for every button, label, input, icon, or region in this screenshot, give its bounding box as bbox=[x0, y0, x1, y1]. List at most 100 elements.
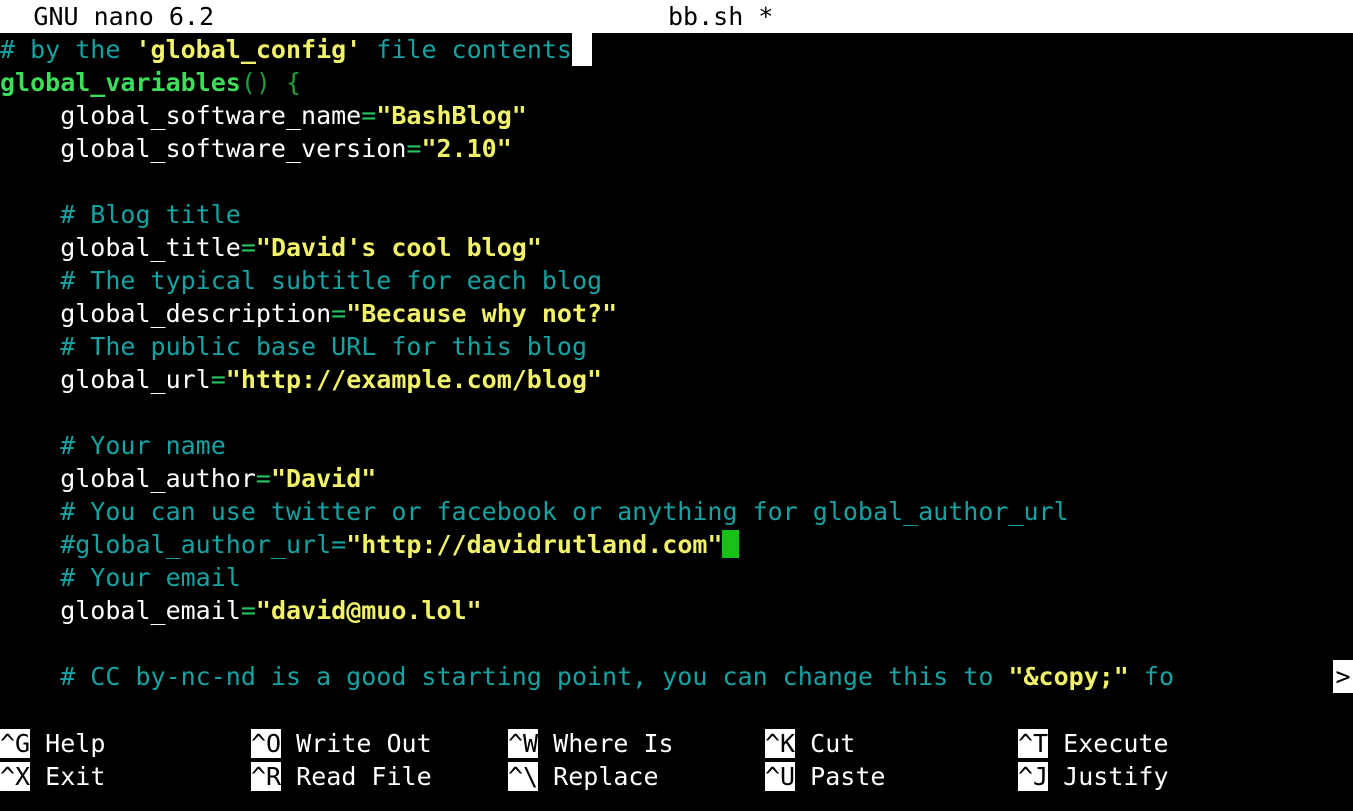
code-segment: global_variables bbox=[0, 68, 241, 97]
text-cursor bbox=[722, 530, 740, 558]
nano-version-label: GNU nano 6.2 bbox=[33, 2, 215, 31]
code-segment: "David's cool blog" bbox=[255, 233, 542, 262]
shortcut-label-paste: Paste bbox=[795, 762, 886, 791]
code-segment: () { bbox=[240, 68, 302, 97]
code-segment: file contents bbox=[361, 35, 572, 64]
line-comment-global-config[interactable]: # by the 'global_config' file contents bbox=[0, 33, 1353, 66]
code-segment: global_title bbox=[0, 233, 241, 262]
code-segment: "david@muo.lol" bbox=[255, 596, 482, 625]
code-segment: = bbox=[210, 365, 226, 394]
line-fn-global-variables[interactable]: global_variables() { bbox=[0, 66, 1353, 99]
code-segment: global_author bbox=[0, 464, 256, 493]
code-segment: fo bbox=[1128, 662, 1175, 691]
shortcut-paste[interactable]: ^U Paste bbox=[765, 760, 885, 793]
shortcut-execute[interactable]: ^T Execute bbox=[1018, 727, 1169, 760]
shortcut-key-write-out: ^O bbox=[251, 729, 282, 758]
line-blank-1[interactable] bbox=[0, 165, 1353, 198]
shortcut-row: ^G Help ^O Write Out ^W Where Is ^K Cut ^T E… bbox=[0, 727, 1353, 760]
code-segment: global_software_name bbox=[0, 101, 362, 130]
line-software-version[interactable]: global_software_version="2.10" bbox=[0, 132, 1353, 165]
line-global-description[interactable]: global_description="Because why not?" bbox=[0, 297, 1353, 330]
code-segment: "&copy;" bbox=[1008, 662, 1129, 691]
shortcut-label-where-is: Where Is bbox=[538, 729, 674, 758]
title-bar: GNU nano 6.2 bb.sh * bbox=[0, 0, 1353, 33]
line-global-author[interactable]: global_author="David" bbox=[0, 462, 1353, 495]
code-segment: = bbox=[240, 596, 256, 625]
code-segment: "Because why not?" bbox=[346, 299, 618, 328]
code-segment: "2.10" bbox=[421, 134, 512, 163]
shortcut-exit[interactable]: ^X Exit bbox=[0, 760, 105, 793]
line-global-email[interactable]: global_email="david@muo.lol" bbox=[0, 594, 1353, 627]
shortcut-key-exit: ^X bbox=[0, 762, 31, 791]
highlight-cell bbox=[571, 33, 592, 66]
shortcut-key-justify: ^J bbox=[1018, 762, 1049, 791]
shortcut-label-exit: Exit bbox=[30, 762, 106, 791]
shortcut-where-is[interactable]: ^W Where Is bbox=[508, 727, 674, 760]
code-segment: global_url bbox=[0, 365, 211, 394]
shortcut-label-write-out: Write Out bbox=[281, 729, 432, 758]
code-segment: "David" bbox=[270, 464, 377, 493]
shortcut-label-justify: Justify bbox=[1048, 762, 1169, 791]
shortcut-label-read-file: Read File bbox=[281, 762, 432, 791]
code-segment: # Your email bbox=[0, 563, 241, 592]
shortcut-help-bar: ^G Help ^O Write Out ^W Where Is ^K Cut ^T E… bbox=[0, 727, 1353, 811]
line-comment-blog-title[interactable]: # Blog title bbox=[0, 198, 1353, 231]
nano-editor-window: GNU nano 6.2 bb.sh * # by the 'global_co… bbox=[0, 0, 1353, 811]
code-segment: global_software_version bbox=[0, 134, 407, 163]
code-segment: # You can use twitter or facebook or any… bbox=[0, 497, 1069, 526]
line-comment-subtitle[interactable]: # The typical subtitle for each blog bbox=[0, 264, 1353, 297]
shortcut-cut[interactable]: ^K Cut bbox=[765, 727, 855, 760]
code-segment: #global_author_url= bbox=[0, 530, 347, 559]
shortcut-label-cut: Cut bbox=[795, 729, 856, 758]
code-segment: 'global_config' bbox=[135, 35, 362, 64]
line-global-author-url-commented[interactable]: #global_author_url="http://davidrutland.… bbox=[0, 528, 1353, 561]
line-software-name[interactable]: global_software_name="BashBlog" bbox=[0, 99, 1353, 132]
shortcut-key-help: ^G bbox=[0, 729, 31, 758]
shortcut-replace[interactable]: ^\ Replace bbox=[508, 760, 659, 793]
shortcut-read-file[interactable]: ^R Read File bbox=[251, 760, 432, 793]
shortcut-key-where-is: ^W bbox=[508, 729, 539, 758]
code-segment: = bbox=[331, 299, 347, 328]
text-editing-area[interactable]: # by the 'global_config' file contents gl… bbox=[0, 33, 1353, 712]
code-segment: = bbox=[240, 233, 256, 262]
code-segment: # Blog title bbox=[0, 200, 241, 229]
code-segment: "http://davidrutland.com" bbox=[346, 530, 723, 559]
shortcut-key-replace: ^\ bbox=[508, 762, 539, 791]
shortcut-help[interactable]: ^G Help bbox=[0, 727, 105, 760]
shortcut-label-help: Help bbox=[30, 729, 106, 758]
line-global-url[interactable]: global_url="http://example.com/blog" bbox=[0, 363, 1353, 396]
shortcut-justify[interactable]: ^J Justify bbox=[1018, 760, 1169, 793]
code-segment: "BashBlog" bbox=[376, 101, 527, 130]
shortcut-key-execute: ^T bbox=[1018, 729, 1049, 758]
code-segment: = bbox=[255, 464, 271, 493]
code-segment: # The public base URL for this blog bbox=[0, 332, 587, 361]
line-comment-your-email[interactable]: # Your email bbox=[0, 561, 1353, 594]
code-segment: global_email bbox=[0, 596, 241, 625]
shortcut-key-paste: ^U bbox=[765, 762, 796, 791]
code-segment: # The typical subtitle for each blog bbox=[0, 266, 603, 295]
line-comment-author-url-hint[interactable]: # You can use twitter or facebook or any… bbox=[0, 495, 1353, 528]
code-segment: # CC by-nc-nd is a good starting point, … bbox=[0, 662, 1009, 691]
shortcut-label-execute: Execute bbox=[1048, 729, 1169, 758]
filename-label: bb.sh * bbox=[668, 2, 774, 31]
code-segment: = bbox=[406, 134, 422, 163]
shortcut-row: ^X Exit ^R Read File ^\ Replace ^U Paste ^J … bbox=[0, 760, 1353, 793]
shortcut-write-out[interactable]: ^O Write Out bbox=[251, 727, 432, 760]
code-segment: "http://example.com/blog" bbox=[225, 365, 603, 394]
code-segment: global_description bbox=[0, 299, 332, 328]
line-comment-cc-license[interactable]: # CC by-nc-nd is a good starting point, … bbox=[0, 660, 1353, 693]
code-segment: = bbox=[361, 101, 377, 130]
shortcut-key-read-file: ^R bbox=[251, 762, 282, 791]
line-continuation-marker: > bbox=[1333, 660, 1353, 693]
line-comment-base-url[interactable]: # The public base URL for this blog bbox=[0, 330, 1353, 363]
code-segment: # by the bbox=[0, 35, 136, 64]
shortcut-key-cut: ^K bbox=[765, 729, 796, 758]
line-comment-your-name[interactable]: # Your name bbox=[0, 429, 1353, 462]
line-blank-3[interactable] bbox=[0, 627, 1353, 660]
shortcut-label-replace: Replace bbox=[538, 762, 659, 791]
line-global-title[interactable]: global_title="David's cool blog" bbox=[0, 231, 1353, 264]
line-blank-2[interactable] bbox=[0, 396, 1353, 429]
